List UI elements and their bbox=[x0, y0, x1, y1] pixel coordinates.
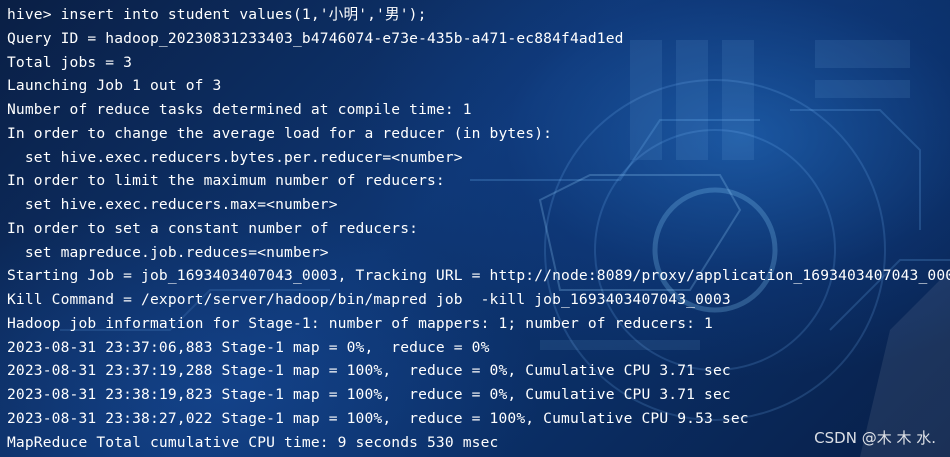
output-line: In order to limit the maximum number of … bbox=[7, 172, 445, 190]
command-line: hive> insert into student values(1,'小明',… bbox=[7, 6, 427, 23]
output-line: MapReduce Total cumulative CPU time: 9 s… bbox=[7, 433, 499, 451]
output-line: Kill Command = /export/server/hadoop/bin… bbox=[7, 291, 731, 308]
output-line: Hadoop job information for Stage-1: numb… bbox=[7, 314, 713, 332]
output-line: Starting Job = job_1693403407043_0003, T… bbox=[7, 267, 950, 285]
output-line: set hive.exec.reducers.bytes.per.reducer… bbox=[7, 148, 463, 166]
output-line: 2023-08-31 23:38:27,022 Stage-1 map = 10… bbox=[7, 409, 749, 427]
output-line: set hive.exec.reducers.max=<number> bbox=[7, 196, 338, 213]
output-line: Query ID = hadoop_20230831233403_b474607… bbox=[7, 29, 624, 47]
terminal-window[interactable]: hive> insert into student values(1,'小明',… bbox=[0, 0, 950, 457]
output-line: In order to set a constant number of red… bbox=[7, 219, 419, 237]
output-line: Total jobs = 3 bbox=[7, 53, 133, 71]
output-line: Number of reduce tasks determined at com… bbox=[7, 101, 472, 118]
output-line: 2023-08-31 23:37:19,288 Stage-1 map = 10… bbox=[7, 362, 731, 380]
terminal-output: hive> insert into student values(1,'小明',… bbox=[7, 3, 950, 454]
output-line: 2023-08-31 23:38:19,823 Stage-1 map = 10… bbox=[7, 386, 731, 403]
output-line: In order to change the average load for … bbox=[7, 124, 553, 142]
csdn-watermark: CSDN @木 木 水. bbox=[814, 429, 936, 447]
output-line: set mapreduce.job.reduces=<number> bbox=[7, 243, 329, 261]
output-line: 2023-08-31 23:37:06,883 Stage-1 map = 0%… bbox=[7, 338, 490, 356]
output-line: Launching Job 1 out of 3 bbox=[7, 77, 222, 95]
